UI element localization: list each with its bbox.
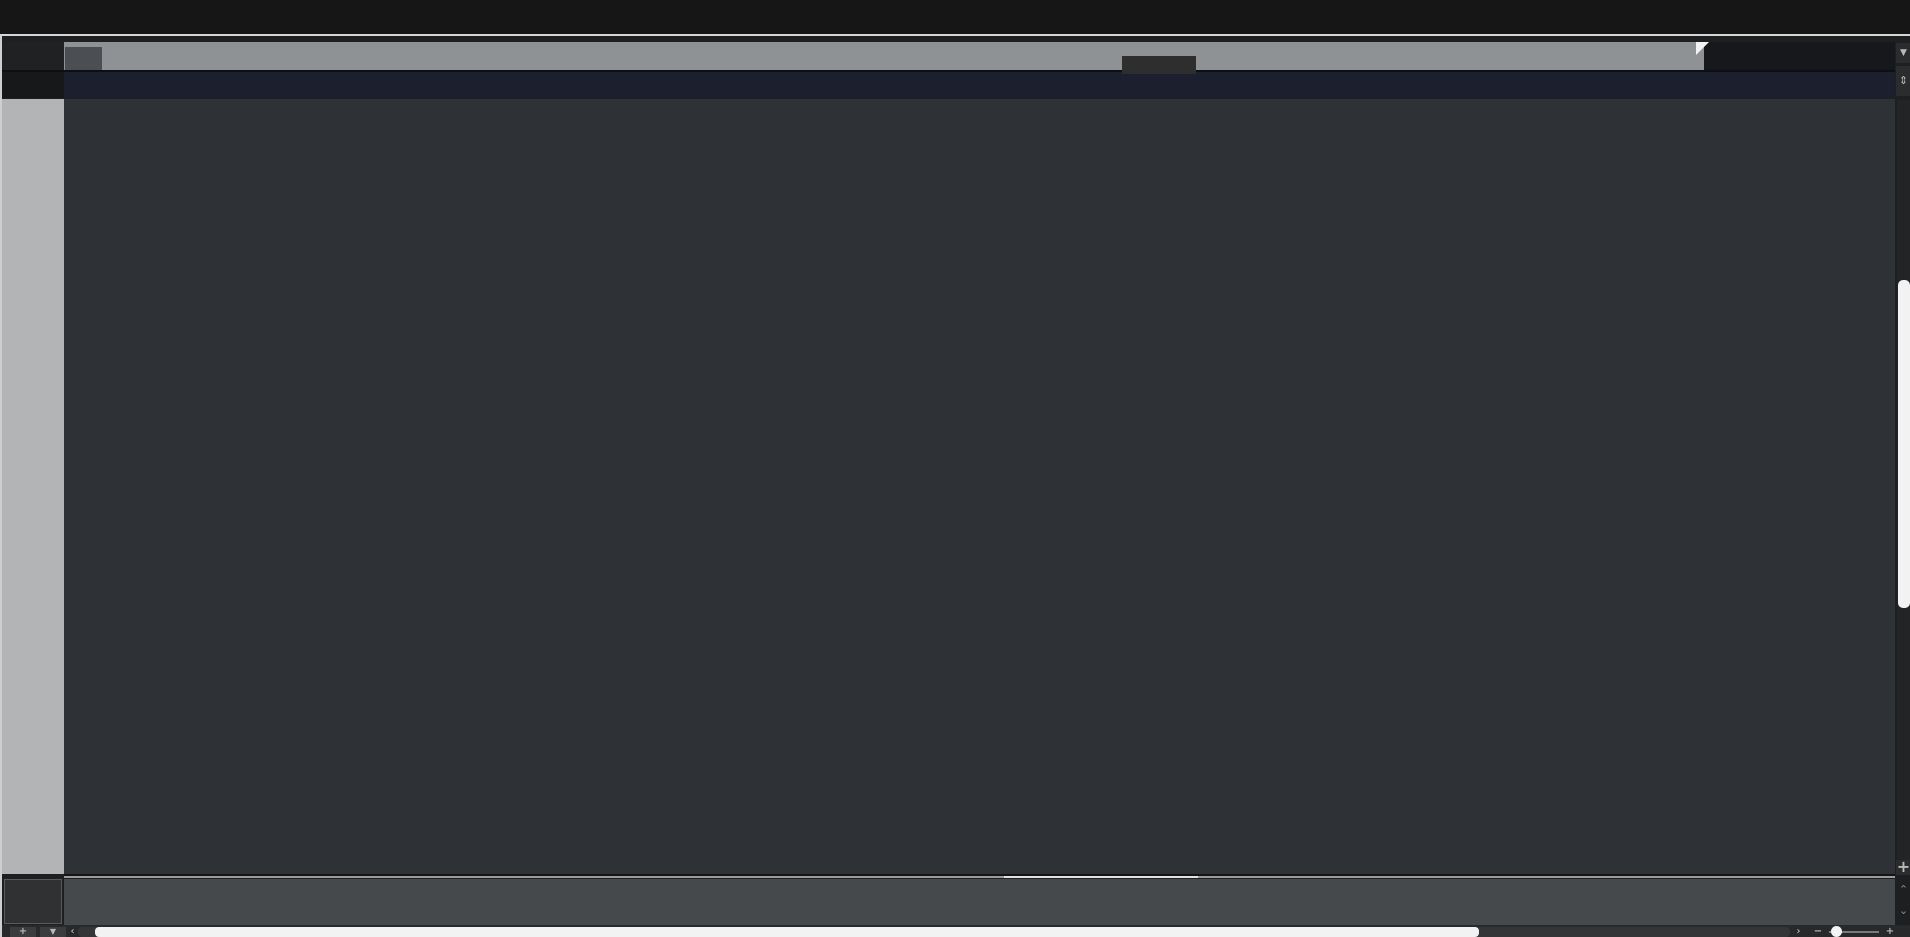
triangle-down-icon: ▼ bbox=[1900, 48, 1907, 58]
project-end-marker[interactable] bbox=[1696, 42, 1709, 55]
lane-scroll-up-icon[interactable]: ⌃ bbox=[1896, 883, 1910, 896]
zoom-preset-button[interactable]: ⇕ bbox=[1896, 66, 1910, 96]
ruler-corner bbox=[2, 42, 64, 70]
lane-menu-button[interactable]: ▼ bbox=[40, 927, 66, 937]
add-lane-button[interactable]: + bbox=[10, 927, 36, 937]
key-editor-window: ▼ ⇕ ⌃ + ⌃ ⌄ + ▼ ‹ › − + bbox=[0, 0, 1910, 937]
plus-icon: + bbox=[1885, 926, 1895, 937]
vertical-zoom-in-button[interactable]: + bbox=[1896, 857, 1910, 876]
note-grid[interactable] bbox=[64, 99, 1895, 874]
up-down-arrows-icon: ⇕ bbox=[1898, 74, 1909, 87]
vertical-scrollbar-thumb[interactable] bbox=[1898, 280, 1910, 608]
scroll-left-icon[interactable]: ‹ bbox=[68, 927, 77, 937]
horizontal-scrollbar-thumb[interactable] bbox=[95, 927, 1479, 937]
part-tooltip bbox=[1122, 56, 1196, 74]
zoom-slider-knob[interactable] bbox=[1831, 926, 1842, 937]
lane-divider-highlight bbox=[1004, 876, 1198, 878]
track-header bbox=[2, 72, 64, 131]
minus-icon: − bbox=[1813, 926, 1823, 937]
editor-frame: ▼ ⇕ ⌃ + ⌃ ⌄ + ▼ ‹ › − + bbox=[0, 34, 1910, 937]
ruler-options-button[interactable]: ▼ bbox=[1896, 43, 1910, 63]
scroll-right-icon[interactable]: › bbox=[1794, 927, 1803, 937]
controller-lane[interactable] bbox=[64, 879, 1895, 925]
horizontal-zoom-out-button[interactable]: − bbox=[1812, 927, 1824, 937]
timeline-ruler[interactable] bbox=[64, 42, 1704, 70]
plus-icon: + bbox=[18, 926, 28, 937]
triangle-down-icon: ▼ bbox=[49, 927, 57, 936]
timeline-ruler-after-end[interactable] bbox=[1704, 42, 1895, 70]
lane-scroll-down-icon[interactable]: ⌄ bbox=[1896, 904, 1910, 917]
ruler-start-position[interactable] bbox=[65, 47, 102, 70]
piano-keyboard[interactable] bbox=[2, 99, 64, 874]
controller-lane-header[interactable] bbox=[4, 879, 62, 924]
plus-icon: + bbox=[1896, 857, 1910, 876]
title-bar bbox=[0, 0, 1910, 33]
part-overview-strip[interactable] bbox=[64, 72, 1895, 98]
horizontal-zoom-in-button[interactable]: + bbox=[1884, 927, 1896, 937]
lane-divider[interactable] bbox=[64, 876, 1895, 878]
